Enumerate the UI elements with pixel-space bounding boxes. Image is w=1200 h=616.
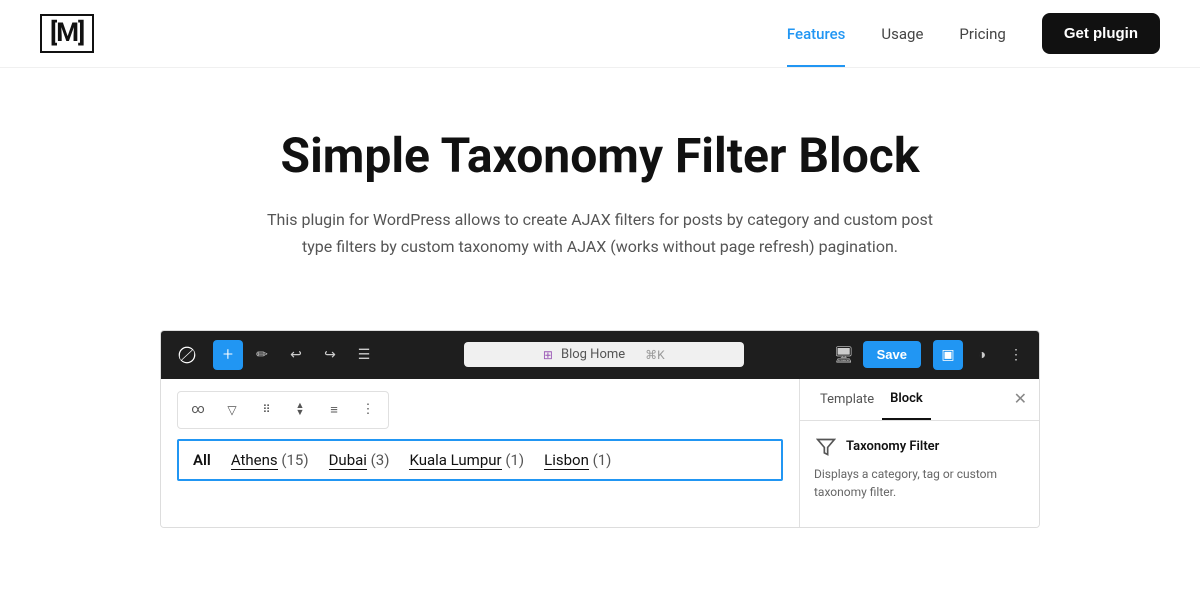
get-plugin-button[interactable]: Get plugin — [1042, 13, 1160, 54]
save-button[interactable]: Save — [863, 341, 921, 368]
toolbar-right-icons: ▣ ◑ ⋮ — [933, 340, 1031, 370]
tab-template[interactable]: Template — [812, 379, 882, 420]
hero-section: Simple Taxonomy Filter Block This plugin… — [0, 68, 1200, 300]
sidebar-toggle-icon[interactable]: ▣ — [933, 340, 963, 370]
nav-link-usage[interactable]: Usage — [881, 25, 923, 43]
nav-link-features[interactable]: Features — [787, 25, 845, 43]
url-bar-icon: ⊞ — [543, 348, 553, 362]
arrows-tool[interactable]: ▲ ▼ — [286, 396, 314, 424]
sidebar-block-name: Taxonomy Filter — [814, 435, 1025, 459]
block-toolbar: ∞ ▽ ⠿ ▲ ▼ ≡ ⋮ — [177, 391, 389, 429]
url-bar-text: Blog Home — [561, 347, 625, 362]
nav-link-pricing[interactable]: Pricing — [959, 25, 1005, 43]
hero-title: Simple Taxonomy Filter Block — [40, 128, 1160, 183]
editor-body: ∞ ▽ ⠿ ▲ ▼ ≡ ⋮ All Athens (15) Dubai (3) … — [161, 379, 1039, 527]
add-block-button[interactable]: + — [213, 340, 243, 370]
taxonomy-filter-icon — [814, 435, 838, 459]
filter-item-dubai[interactable]: Dubai (3) — [329, 451, 390, 469]
redo-icon[interactable]: ↪ — [315, 340, 345, 370]
url-bar[interactable]: ⊞ Blog Home ⌘K — [464, 342, 744, 367]
filter-item-lisbon[interactable]: Lisbon (1) — [544, 451, 611, 469]
undo-icon[interactable]: ↩ — [281, 340, 311, 370]
nav-links: Features Usage Pricing Get plugin — [787, 13, 1160, 54]
device-preview-icon[interactable]: 🖥 — [829, 340, 859, 370]
sidebar-content: Taxonomy Filter Displays a category, tag… — [800, 421, 1039, 501]
editor-canvas: ∞ ▽ ⠿ ▲ ▼ ≡ ⋮ All Athens (15) Dubai (3) … — [161, 379, 799, 527]
align-tool[interactable]: ≡ — [320, 396, 348, 424]
hero-description: This plugin for WordPress allows to crea… — [260, 207, 940, 260]
more-block-options[interactable]: ⋮ — [354, 396, 382, 424]
filter-item-all[interactable]: All — [193, 451, 211, 469]
url-shortcut: ⌘K — [645, 348, 665, 362]
wordpress-icon[interactable] — [169, 337, 205, 373]
more-options-icon[interactable]: ⋮ — [1001, 340, 1031, 370]
editor-mockup: + ✏ ↩ ↪ ☰ ⊞ Blog Home ⌘K 🖥 Save ▣ ◑ ⋮ ∞ … — [160, 330, 1040, 528]
filter-item-athens[interactable]: Athens (15) — [231, 451, 309, 469]
tab-block[interactable]: Block — [882, 379, 931, 420]
block-title: Taxonomy Filter — [846, 439, 939, 454]
filter-tool[interactable]: ▽ — [218, 396, 246, 424]
editor-toolbar: + ✏ ↩ ↪ ☰ ⊞ Blog Home ⌘K 🖥 Save ▣ ◑ ⋮ — [161, 331, 1039, 379]
filter-item-kuala-lumpur[interactable]: Kuala Lumpur (1) — [409, 451, 524, 469]
logo[interactable]: [M] — [40, 14, 94, 53]
sidebar-tabs: Template Block ✕ — [800, 379, 1039, 421]
edit-icon[interactable]: ✏ — [247, 340, 277, 370]
editor-sidebar: Template Block ✕ Taxonomy Filter Display… — [799, 379, 1039, 527]
sidebar-close-button[interactable]: ✕ — [1014, 391, 1027, 407]
list-view-icon[interactable]: ☰ — [349, 340, 379, 370]
contrast-icon[interactable]: ◑ — [967, 340, 997, 370]
drag-tool[interactable]: ⠿ — [252, 396, 280, 424]
link-tool[interactable]: ∞ — [184, 396, 212, 424]
block-description: Displays a category, tag or custom taxon… — [814, 465, 1025, 501]
navbar: [M] Features Usage Pricing Get plugin — [0, 0, 1200, 68]
filter-block: All Athens (15) Dubai (3) Kuala Lumpur (… — [177, 439, 783, 481]
